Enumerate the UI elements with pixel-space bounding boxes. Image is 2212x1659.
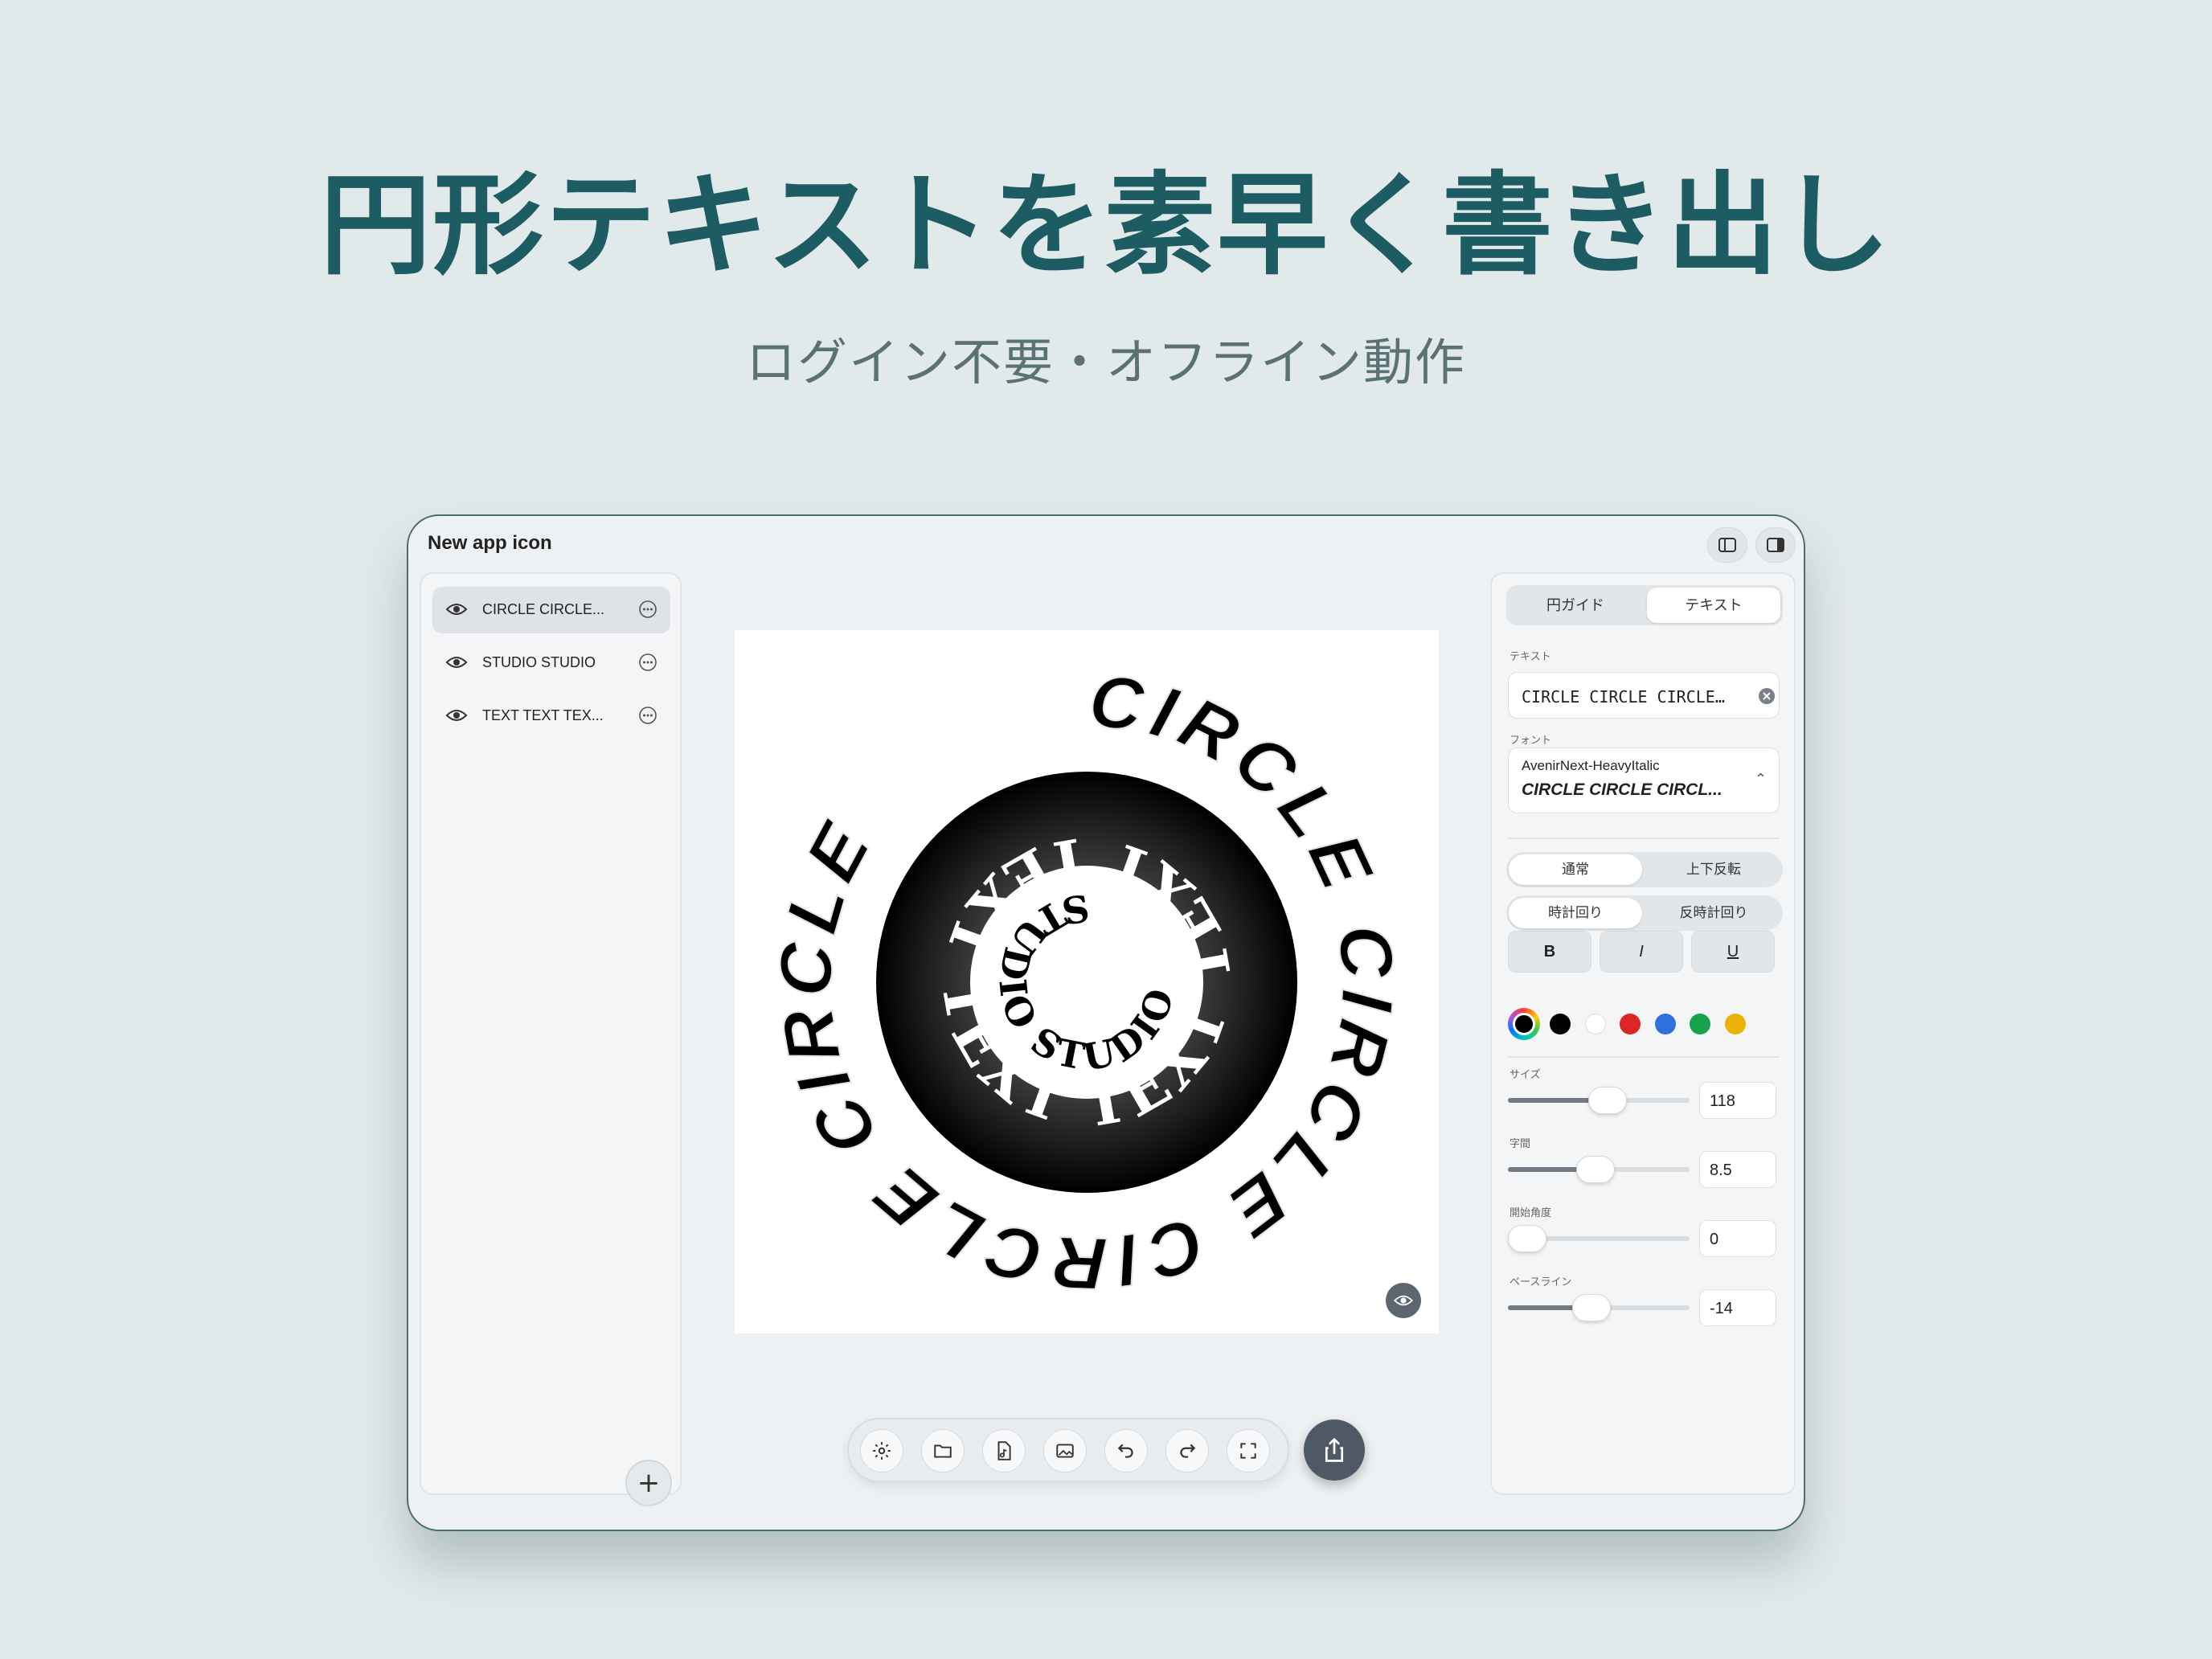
eye-icon[interactable]	[445, 601, 468, 617]
layer-label: TEXT TEXT TEX...	[482, 707, 604, 723]
eye-icon[interactable]	[445, 654, 468, 670]
undo-icon	[1117, 1444, 1133, 1458]
italic-button[interactable]: I	[1600, 931, 1683, 973]
layer-row[interactable]: STUDIO STUDIO	[432, 640, 670, 686]
layers-panel: CIRCLE CIRCLE... STUDIO STUDIO TEXT TEXT…	[420, 572, 682, 1506]
tab-circle-guide[interactable]: 円ガイド	[1509, 588, 1642, 623]
color-swatch-green[interactable]	[1690, 1014, 1710, 1034]
slider-thumb[interactable]	[1572, 1294, 1612, 1321]
gear-icon	[873, 1442, 891, 1460]
sidebar-right-icon	[1767, 538, 1784, 552]
orientation-flipped[interactable]: 上下反転	[1647, 854, 1780, 885]
tab-text[interactable]: テキスト	[1647, 588, 1780, 623]
baseline-label: ベースライン	[1509, 1276, 1572, 1288]
toggle-left-sidebar-button[interactable]	[1707, 527, 1747, 563]
open-folder-button[interactable]	[921, 1429, 965, 1473]
slider-thumb[interactable]	[1587, 1087, 1627, 1114]
slider-thumb[interactable]	[1508, 1225, 1546, 1252]
bold-button[interactable]: B	[1508, 931, 1591, 973]
inspector-panel: 円ガイド テキスト テキスト CIRCLE CIRCLE CIRCLE… フォン…	[1490, 572, 1796, 1495]
color-swatch-blue[interactable]	[1655, 1014, 1676, 1034]
divider	[1508, 1056, 1780, 1058]
color-swatch-red[interactable]	[1620, 1014, 1641, 1034]
eye-icon	[1393, 1295, 1414, 1306]
baseline-input[interactable]: -14	[1699, 1289, 1776, 1326]
orientation-control: 通常 上下反転	[1506, 852, 1783, 887]
chevron-updown-icon: ⌃	[1755, 771, 1768, 787]
fullscreen-button[interactable]	[1227, 1429, 1270, 1473]
selected-color-swatch	[1513, 1013, 1535, 1035]
start-angle-slider[interactable]	[1508, 1225, 1690, 1252]
hero-title: 円形テキストを素早く書き出し	[320, 161, 1892, 290]
layer-row[interactable]: TEXT TEXT TEX...	[432, 693, 670, 739]
layer-label: CIRCLE CIRCLE...	[482, 601, 605, 617]
color-swatch-white[interactable]	[1585, 1014, 1606, 1034]
export-button[interactable]	[1304, 1419, 1365, 1481]
start-angle-label: 開始角度	[1509, 1206, 1552, 1219]
spacing-input[interactable]: 8.5	[1699, 1151, 1776, 1188]
divider	[1508, 838, 1780, 839]
layer-row[interactable]: CIRCLE CIRCLE...	[432, 587, 670, 633]
app-window: New app icon CIRCLE CIRCLE... STUDIO STU…	[407, 514, 1805, 1531]
layer-label: STUDIO STUDIO	[482, 654, 596, 670]
redo-icon	[1180, 1444, 1196, 1458]
share-icon	[1325, 1437, 1344, 1462]
direction-clockwise[interactable]: 時計回り	[1509, 898, 1642, 928]
window-title: New app icon	[428, 532, 552, 554]
toggle-right-sidebar-button[interactable]	[1755, 527, 1796, 563]
font-sample: CIRCLE CIRCLE CIRCL...	[1522, 780, 1722, 799]
size-slider[interactable]	[1508, 1087, 1690, 1114]
insert-image-button[interactable]	[1043, 1429, 1087, 1473]
settings-button[interactable]	[860, 1429, 903, 1473]
spacing-label: 字間	[1509, 1137, 1531, 1149]
file-music-icon	[997, 1441, 1011, 1460]
preview-toggle-button[interactable]	[1386, 1283, 1421, 1318]
clear-icon[interactable]	[1758, 687, 1776, 705]
underline-button[interactable]: U	[1691, 931, 1775, 973]
text-input-value: CIRCLE CIRCLE CIRCLE…	[1522, 687, 1725, 707]
font-field-label: フォント	[1509, 734, 1552, 746]
redo-button[interactable]	[1165, 1429, 1209, 1473]
bottom-toolbar	[847, 1418, 1289, 1482]
eye-icon[interactable]	[445, 707, 468, 723]
font-name: AvenirNext-HeavyItalic	[1522, 758, 1660, 773]
slider-thumb[interactable]	[1576, 1156, 1616, 1183]
undo-button[interactable]	[1104, 1429, 1148, 1473]
text-field-label: テキスト	[1509, 650, 1551, 662]
import-file-button[interactable]	[982, 1429, 1026, 1473]
color-swatch-yellow[interactable]	[1725, 1014, 1746, 1034]
inspector-tabs: 円ガイド テキスト	[1506, 585, 1783, 625]
fullscreen-icon	[1240, 1443, 1256, 1459]
circle-text-artwork: CIRCLE CIRCLE CIRCLE CIRCLE TEXT TEXT TE…	[763, 658, 1403, 1305]
text-input[interactable]: CIRCLE CIRCLE CIRCLE…	[1508, 672, 1780, 719]
baseline-slider[interactable]	[1508, 1294, 1690, 1321]
add-layer-button[interactable]: +	[625, 1460, 672, 1506]
canvas[interactable]: CIRCLE CIRCLE CIRCLE CIRCLE TEXT TEXT TE…	[735, 630, 1439, 1333]
more-options-icon[interactable]	[638, 706, 657, 725]
spacing-slider[interactable]	[1508, 1156, 1690, 1183]
orientation-normal[interactable]: 通常	[1509, 854, 1642, 885]
image-icon	[1056, 1444, 1074, 1458]
hero-subtitle: ログイン不要・オフライン動作	[745, 333, 1466, 391]
direction-control: 時計回り 反時計回り	[1506, 895, 1783, 931]
sidebar-left-icon	[1718, 538, 1736, 552]
size-input[interactable]: 118	[1699, 1082, 1776, 1119]
folder-icon	[934, 1444, 952, 1458]
font-picker[interactable]: AvenirNext-HeavyItalic CIRCLE CIRCLE CIR…	[1508, 748, 1780, 813]
color-swatch-black[interactable]	[1550, 1014, 1571, 1034]
start-angle-input[interactable]: 0	[1699, 1220, 1776, 1257]
more-options-icon[interactable]	[638, 600, 657, 619]
size-label: サイズ	[1509, 1068, 1541, 1080]
more-options-icon[interactable]	[638, 653, 657, 672]
direction-counterclockwise[interactable]: 反時計回り	[1647, 898, 1780, 928]
